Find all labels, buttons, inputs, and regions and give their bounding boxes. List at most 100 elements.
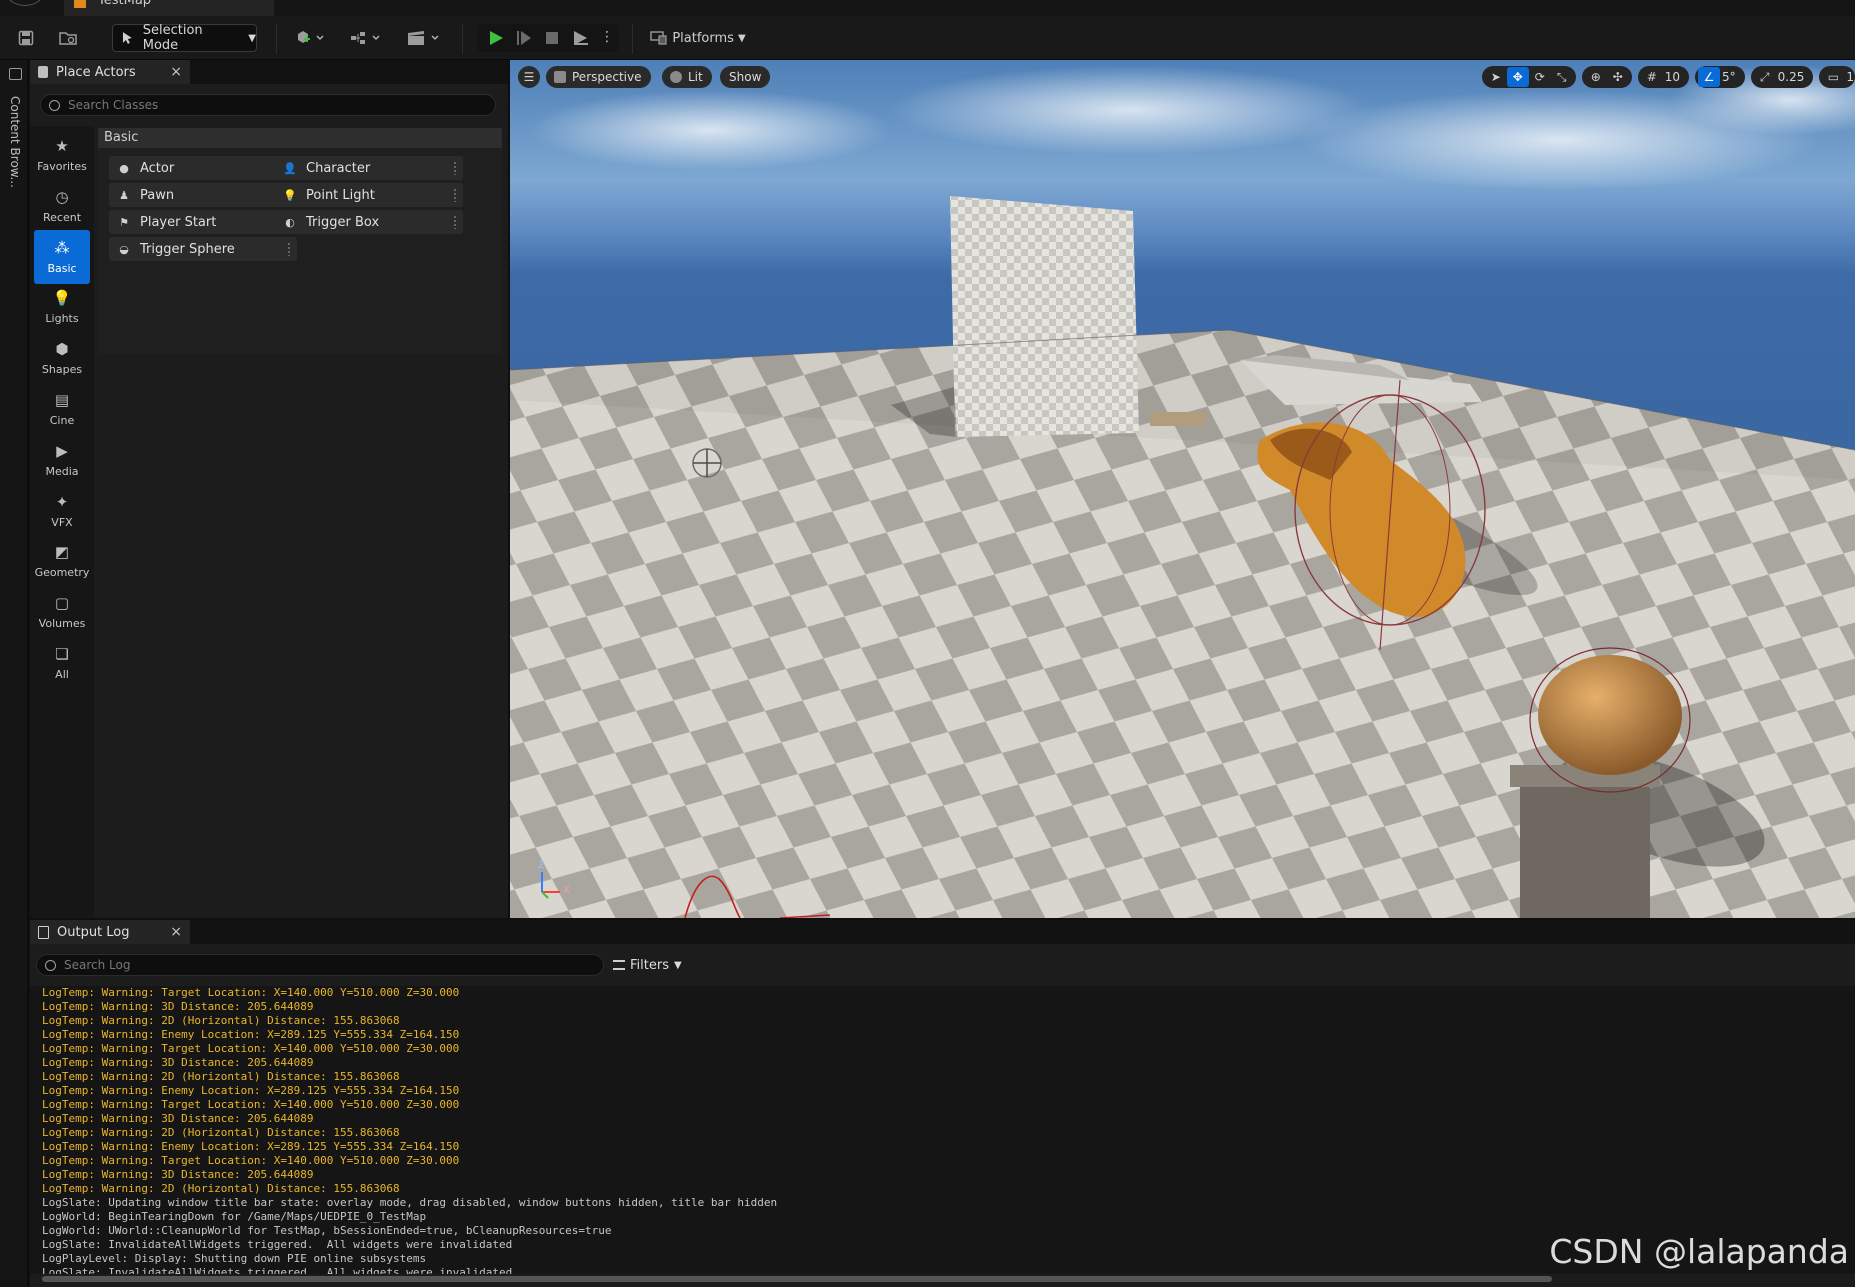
blueprint-button[interactable] [346, 24, 386, 52]
camera-speed-group[interactable]: ▭ 1 [1819, 66, 1855, 88]
section-header: Basic [98, 128, 502, 148]
lit-button[interactable]: Lit [662, 66, 712, 88]
tab-place-actors[interactable]: Place Actors × [30, 60, 190, 84]
lit-sphere-icon [670, 71, 682, 83]
chevron-down-icon: ▼ [737, 32, 746, 44]
play-icon[interactable] [488, 30, 504, 50]
category-all[interactable]: ❏ All [34, 636, 90, 690]
category-shapes[interactable]: ⬢ Shapes [34, 331, 90, 385]
volume-icon: ▢ [54, 594, 70, 613]
drag-handle-icon[interactable] [287, 242, 291, 256]
category-cine[interactable]: ▤ Cine [34, 382, 90, 436]
scale-snap-group[interactable]: ⤢ 0.25 [1750, 66, 1814, 88]
actor-item-pawn[interactable]: ♟ Pawn [109, 183, 297, 207]
clock-icon: ◷ [55, 187, 69, 206]
category-lights[interactable]: 💡 Lights [34, 280, 90, 334]
drag-handle-icon[interactable] [453, 188, 457, 202]
sparkle-icon: ✦ [55, 492, 69, 511]
content-browser-drawer[interactable]: Content Brow... [0, 60, 28, 1287]
select-tool-icon[interactable]: ➤ [1485, 67, 1507, 87]
filters-dropdown[interactable]: Filters ▼ [613, 954, 682, 976]
cinematics-button[interactable] [404, 24, 444, 52]
actor-item-character[interactable]: 👤 Character [275, 156, 463, 180]
category-vfx[interactable]: ✦ VFX [34, 484, 90, 538]
category-favorites[interactable]: ★ Favorites [34, 128, 90, 182]
selection-mode-dropdown[interactable]: Selection Mode ▼ [112, 23, 257, 53]
clapperboard-icon: ▤ [54, 391, 70, 409]
scale-tool-icon[interactable]: ⤡ [1551, 67, 1573, 87]
more-options-icon[interactable]: ⋮ [600, 29, 614, 45]
camera-speed-value: 1 [1846, 70, 1854, 84]
perspective-button[interactable]: Perspective [546, 66, 651, 88]
drag-handle-icon[interactable] [453, 215, 457, 229]
advance-frame-icon[interactable] [516, 30, 532, 50]
log-line: LogSlate: Updating window title bar stat… [42, 1196, 778, 1209]
actor-item-trigger-box[interactable]: ◐ Trigger Box [275, 210, 463, 234]
log-lines[interactable]: LogTemp: Warning: Target Location: X=140… [30, 986, 1855, 1274]
grid-snap-group[interactable]: # 10 [1637, 66, 1689, 88]
add-actor-button[interactable] [290, 24, 330, 52]
category-media[interactable]: ▶ Media [34, 433, 90, 487]
actor-label: Point Light [306, 187, 375, 203]
actor-item-trigger-sphere[interactable]: ◒ Trigger Sphere [109, 237, 297, 261]
content-browser-icon[interactable] [56, 24, 80, 52]
platforms-label: Platforms [672, 30, 734, 46]
perspective-cube-icon [554, 71, 566, 83]
viewport-menu-button[interactable]: ☰ [518, 66, 540, 88]
category-label: All [55, 668, 69, 681]
drag-handle-icon[interactable] [453, 161, 457, 175]
grid-snap-value: 10 [1664, 70, 1680, 84]
transform-group: ➤ ✥ ⟳ ⤡ [1481, 66, 1576, 88]
category-basic[interactable]: ⁂ Basic [34, 229, 90, 284]
category-label: Shapes [41, 363, 83, 377]
lit-label: Lit [688, 70, 703, 84]
actor-item-point-light[interactable]: 💡 Point Light [275, 183, 463, 207]
actor-sphere-icon: ● [119, 161, 129, 175]
horizontal-scrollbar[interactable] [42, 1276, 1552, 1282]
level-viewport[interactable]: ☰ Perspective Lit Show ➤ ✥ ⟳ ⤡ ⊕ ✣ # 10 … [510, 60, 1855, 918]
content-browser-label: Content Brow... [8, 96, 22, 188]
log-line: LogTemp: Warning: 2D (Horizontal) Distan… [42, 1126, 400, 1139]
category-geometry[interactable]: ◩ Geometry [34, 534, 90, 588]
log-line: LogTemp: Warning: 3D Distance: 205.64408… [42, 1112, 314, 1125]
actor-item-player-start[interactable]: ⚑ Player Start [109, 210, 297, 234]
save-icon[interactable] [14, 24, 38, 52]
log-line: LogTemp: Warning: Enemy Location: X=289.… [42, 1140, 460, 1153]
close-icon[interactable]: × [170, 64, 182, 80]
platforms-icon [650, 31, 667, 45]
actor-label: Actor [140, 160, 175, 176]
platforms-dropdown[interactable]: Platforms ▼ [648, 24, 748, 52]
category-volumes[interactable]: ▢ Volumes [34, 585, 90, 639]
category-rail: ★ Favorites ◷ Recent ⁂ Basic 💡 Lights ⬢ Shapes ▤ Ci… [30, 126, 94, 918]
output-log-tab-label: Output Log [57, 924, 130, 940]
category-recent[interactable]: ◷ Recent [34, 179, 90, 233]
show-button[interactable]: Show [720, 66, 771, 88]
player-start-flag-icon: ⚑ [119, 215, 129, 229]
level-tab[interactable]: TestMap [64, 0, 274, 16]
coord-group: ⊕ ✣ [1581, 66, 1632, 88]
scale-snap-value: 0.25 [1777, 70, 1805, 84]
filters-label: Filters [630, 957, 669, 973]
surface-snap-icon[interactable]: ✣ [1607, 67, 1629, 87]
translate-tool-icon[interactable]: ✥ [1506, 67, 1529, 87]
output-log-tabbar: Output Log × [30, 920, 1855, 944]
log-line: LogTemp: Warning: 2D (Horizontal) Distan… [42, 1014, 400, 1027]
search-classes-input[interactable] [68, 98, 495, 112]
category-label: Media [45, 464, 79, 478]
actor-item-actor[interactable]: ● Actor [109, 156, 297, 180]
category-label: Volumes [38, 617, 86, 631]
search-log-input[interactable] [64, 958, 603, 972]
geometry-icon: ◩ [54, 543, 70, 562]
eject-icon[interactable] [572, 30, 590, 50]
tab-output-log[interactable]: Output Log × [30, 920, 190, 944]
unreal-logo-icon[interactable] [6, 0, 44, 6]
viewport-transform-tools: ➤ ✥ ⟳ ⤡ ⊕ ✣ # 10 ∠ 5° ⤢ 0.25 ▭ 1 [1481, 66, 1855, 88]
place-actors-tabbar: Place Actors × [30, 60, 508, 84]
world-coords-icon[interactable]: ⊕ [1585, 67, 1607, 87]
rotate-tool-icon[interactable]: ⟳ [1529, 67, 1551, 87]
rotation-snap-group[interactable]: ∠ 5° [1695, 66, 1745, 88]
stop-icon[interactable] [544, 30, 560, 50]
watermark: CSDN @lalapanda [1549, 1232, 1849, 1271]
close-icon[interactable]: × [170, 924, 182, 940]
category-label: Geometry [34, 566, 90, 580]
